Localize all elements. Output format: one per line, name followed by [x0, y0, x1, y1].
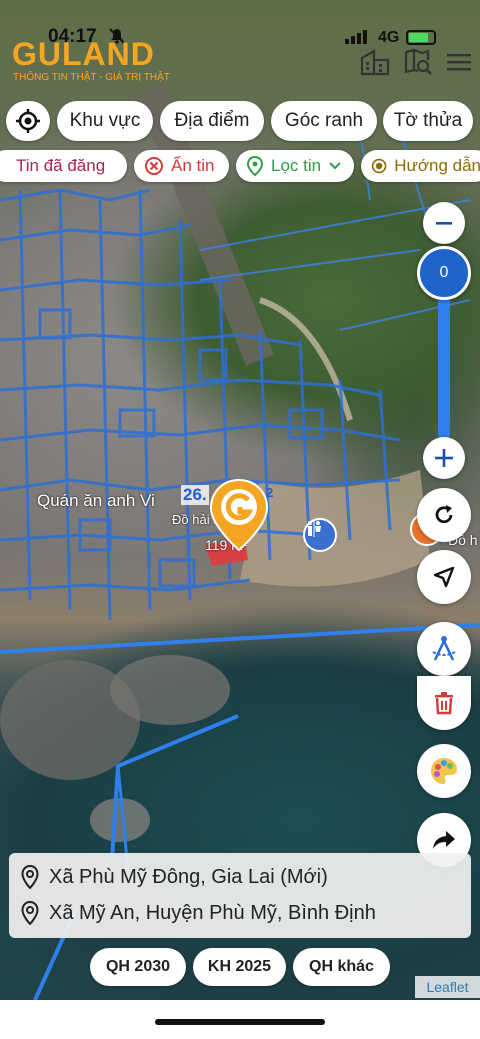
filter-listings-button[interactable]: Lọc tin: [236, 150, 354, 182]
location-pin-icon: [246, 156, 264, 176]
chevron-down-icon: [329, 162, 341, 170]
plan-2025-button[interactable]: KH 2025: [193, 948, 286, 986]
trash-icon: [435, 692, 453, 715]
restroom-icon[interactable]: [303, 518, 337, 552]
guide-label: Hướng dẫn: [394, 156, 480, 175]
plan-2030-button[interactable]: QH 2030: [90, 948, 186, 986]
crosshair-icon: [16, 109, 40, 133]
chip-khu-vuc[interactable]: Khu vực: [57, 101, 153, 141]
plan-other-button[interactable]: QH khác: [293, 948, 390, 986]
minus-icon: [436, 222, 452, 225]
locate-me-button[interactable]: [6, 101, 50, 141]
navigate-button[interactable]: [417, 550, 471, 604]
plus-icon: [435, 449, 453, 467]
chip-goc-ranh[interactable]: Góc ranh: [271, 101, 377, 141]
signal-icon: [345, 30, 367, 44]
delete-button[interactable]: [417, 676, 471, 730]
brand-slogan: THÔNG TIN THẬT - GIÁ TRỊ THẬT: [13, 72, 170, 83]
restaurant-label: Quán ăn anh Vi: [37, 491, 155, 510]
menu-icon[interactable]: [446, 52, 472, 72]
zoom-slider-handle[interactable]: 0: [417, 246, 471, 300]
zoom-level: 0: [439, 264, 449, 281]
refresh-button[interactable]: [417, 488, 471, 542]
chip-to-thua[interactable]: Tờ thửa: [383, 101, 473, 141]
map-style-button[interactable]: [417, 744, 471, 798]
hide-listings-label: Ẩn tin: [171, 156, 215, 175]
buildings-icon[interactable]: [360, 48, 390, 76]
network-type: 4G: [378, 29, 400, 46]
compass-draw-icon: [432, 636, 456, 661]
guide-icon: [371, 158, 387, 174]
address-old: Xã Mỹ An, Huyện Phù Mỹ, Bình Định: [21, 901, 376, 925]
location-pin-icon: [21, 865, 39, 889]
filter-listings-label: Lọc tin: [271, 156, 322, 175]
share-arrow-icon: [433, 831, 455, 849]
posted-listings-label: Tin đã đăng: [16, 156, 106, 175]
refresh-icon: [435, 505, 453, 524]
guland-logo[interactable]: GULAND: [12, 36, 155, 73]
address-panel: Xã Phù Mỹ Đông, Gia Lai (Mới) Xã Mỹ An, …: [9, 853, 471, 938]
posted-listings-button[interactable]: Tin đã đăng: [0, 150, 127, 182]
area-label: 26.: [181, 485, 209, 505]
map-search-icon[interactable]: [403, 48, 433, 76]
zoom-in-button[interactable]: [423, 437, 465, 479]
address-old-text: Xã Mỹ An, Huyện Phù Mỹ, Bình Định: [49, 901, 376, 924]
hide-listings-button[interactable]: Ẩn tin: [134, 150, 229, 182]
guide-button[interactable]: Hướng dẫn: [361, 150, 480, 182]
guland-pin-icon[interactable]: [208, 478, 270, 552]
address-new: Xã Phù Mỹ Đông, Gia Lai (Mới): [21, 865, 328, 889]
measure-button[interactable]: [417, 622, 471, 676]
battery-icon: [406, 30, 436, 45]
address-new-text: Xã Phù Mỹ Đông, Gia Lai (Mới): [49, 865, 328, 888]
palette-icon: [431, 758, 457, 784]
navigation-arrow-icon: [433, 566, 455, 588]
chip-dia-diem[interactable]: Địa điểm: [160, 101, 264, 141]
zoom-out-button[interactable]: [423, 202, 465, 244]
location-pin-icon: [21, 901, 39, 925]
zoom-slider-track[interactable]: [438, 290, 450, 440]
home-indicator[interactable]: [155, 1019, 325, 1025]
close-circle-icon: [145, 157, 163, 175]
leaflet-attribution[interactable]: Leaflet: [415, 976, 480, 998]
